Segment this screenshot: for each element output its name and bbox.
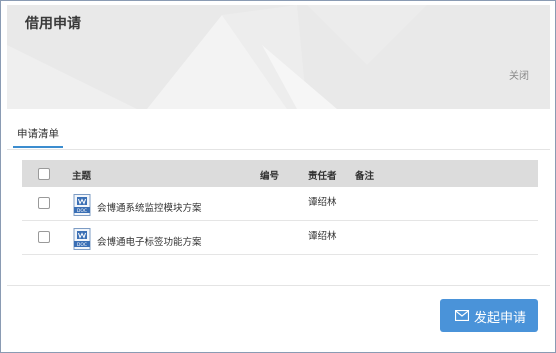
borrow-request-dialog: 借用申请 关闭 申请清单 主题 编号 责任者 备注 DOC 会博通系统监控模块方…	[0, 0, 556, 353]
tab-application-list[interactable]: 申请清单	[13, 126, 63, 148]
column-header-remarks: 备注	[355, 171, 375, 182]
divider	[7, 285, 550, 286]
row-subject[interactable]: 会博通系统监控模块方案	[97, 200, 202, 214]
dialog-header: 借用申请 关闭	[7, 5, 550, 109]
select-all-checkbox[interactable]	[38, 168, 50, 180]
column-header-owner: 责任者	[308, 171, 337, 182]
row-checkbox[interactable]	[38, 231, 50, 243]
svg-text:DOC: DOC	[77, 242, 87, 248]
dialog-title: 借用申请	[25, 16, 81, 32]
close-button[interactable]: 关闭	[509, 67, 529, 82]
row-checkbox[interactable]	[38, 197, 50, 209]
mail-icon	[455, 310, 469, 321]
table-row[interactable]: DOC 会博通电子标签功能方案 谭绍林	[22, 221, 538, 255]
column-header-subject: 主题	[72, 171, 92, 182]
column-header-number: 编号	[260, 171, 280, 182]
svg-text:DOC: DOC	[77, 208, 87, 214]
table-row[interactable]: DOC 会博通系统监控模块方案 谭绍林	[22, 187, 538, 221]
header-background-shapes	[7, 5, 427, 109]
row-owner: 谭绍林	[308, 197, 337, 208]
table-header: 主题 编号 责任者 备注	[22, 160, 538, 187]
application-table: 主题 编号 责任者 备注 DOC 会博通系统监控模块方案 谭绍林 DOC 会博通…	[22, 160, 538, 255]
tab-bar: 申请清单	[7, 119, 550, 150]
doc-file-icon: DOC	[73, 228, 91, 250]
row-owner: 谭绍林	[308, 231, 337, 242]
submit-button-label: 发起申请	[474, 311, 527, 326]
row-subject[interactable]: 会博通电子标签功能方案	[97, 234, 202, 248]
submit-application-button[interactable]: 发起申请	[440, 299, 538, 332]
doc-file-icon: DOC	[73, 194, 91, 216]
